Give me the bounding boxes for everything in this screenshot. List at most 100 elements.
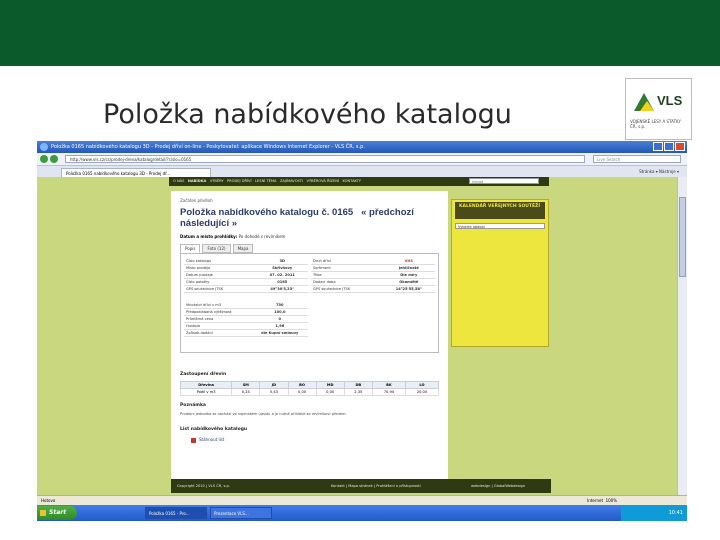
viewing-value: Po dohodě s revírníkem (238, 234, 286, 239)
table-row: Místo prodeje Skřivňovy (184, 264, 308, 272)
tree-accent-icon (640, 101, 654, 111)
cell-value: 0165 (256, 278, 308, 286)
table-cell: 2,35 (343, 388, 373, 396)
cell-value: 49°30'5,23" (256, 285, 308, 293)
table-cell: 0,00 (287, 388, 317, 396)
list-title: List nabídkového katalogu (180, 427, 248, 432)
column-header: LO (404, 381, 440, 389)
table-row: Číslo položky 0165 (184, 278, 308, 286)
cell-value: Jehličnaté (382, 264, 435, 272)
logo-subtitle: VOJENSKÉ LESY A STATKY ČR, s.p. (630, 119, 681, 129)
cell-label: GPS souřadnice JTSK (184, 285, 257, 293)
minimize-button[interactable] (653, 142, 663, 151)
cell-value: 14°25'55,58" (382, 285, 435, 293)
tab-popis[interactable]: Popis (180, 244, 201, 253)
copyright: Copyright 2010 | VLS ČR, s.p. (177, 484, 230, 488)
table-header-row: Dřevina SM JD BO MD DB BK LO (179, 381, 440, 389)
logo-text: VLS (657, 93, 683, 108)
start-label: Start (49, 509, 67, 516)
start-button[interactable]: Start (37, 506, 77, 520)
table-cell: 70,94 (371, 388, 406, 396)
tab-foto[interactable]: Foto (12) (202, 244, 231, 253)
nav-item[interactable]: O NÁS (173, 179, 184, 183)
table-cell: 0,24 (231, 388, 261, 396)
cell-label: Dodací doba (311, 278, 383, 286)
site-search-input[interactable]: hledat (469, 178, 539, 184)
site-footer: Copyright 2010 | VLS ČR, s.p. Kontakt | … (171, 479, 551, 493)
nav-item[interactable]: LESNÍ TÉMA (255, 179, 276, 183)
nav-item[interactable]: VÝBĚRY (210, 179, 224, 183)
table-cell: 0,00 (315, 388, 345, 396)
url-input[interactable]: http://www.vls.cz/cs/prodej-dreva/katalo… (65, 155, 585, 163)
column-header: BK (371, 381, 406, 389)
windows-flag-icon (40, 510, 46, 516)
nav-item[interactable]: ZAJÍMAVOSTI (280, 179, 303, 183)
cell-value: dle Kupní smlouvy (251, 329, 308, 337)
vls-logo: VLS VOJENSKÉ LESY A STATKY ČR, s.p. (625, 78, 692, 140)
table-row: Třída Dle míry (311, 271, 435, 279)
table-row: Předpokládaná výtěžnost 100,0 (184, 308, 308, 316)
taskbar-item[interactable]: Prezentace VLS... (210, 507, 272, 519)
species-title: Zastoupení dřevin (180, 372, 227, 377)
details-left-table: Číslo katalogu 3D Místo prodeje Skřivňovy … (184, 258, 308, 293)
vertical-scrollbar[interactable] (677, 177, 687, 495)
next-link[interactable]: následující » (180, 218, 237, 229)
breadcrumb[interactable]: Začátek předloh (180, 198, 213, 203)
column-header: MD (315, 381, 345, 389)
close-button[interactable] (675, 142, 685, 151)
cell-value: 100,0 (251, 308, 308, 316)
details-right-table: Druh dříví VHS Sortiment Jehličnaté Třída D… (311, 258, 435, 293)
slide-header-band (0, 0, 720, 66)
taskbar-item[interactable]: Položka 0165 - Pro... (145, 507, 207, 519)
period-select[interactable]: Vyberte období (455, 223, 545, 229)
column-header: SM (231, 381, 261, 389)
footer-credit[interactable]: webdesign | GlobalWebdesign (471, 479, 525, 493)
system-tray: 10:41 (621, 505, 687, 521)
detail-tabs: Popis Foto (12) Mapa (180, 244, 254, 253)
tools-menu[interactable]: Stránka ▾ Nástroje ▾ (639, 169, 679, 174)
forward-icon[interactable] (50, 155, 58, 163)
nav-item[interactable]: PRODEJ DŘÍVÍ (227, 179, 252, 183)
back-icon[interactable] (40, 155, 48, 163)
detail-panel: Číslo katalogu 3D Místo prodeje Skřivňovy … (180, 253, 439, 353)
viewing-label: Datum a místo prohlídky: (180, 234, 238, 239)
table-cell: 20,00 (404, 388, 440, 396)
calendar-title[interactable]: KALENDÁŘ VEŘEJNÝCH SOUTĚŽÍ (455, 202, 545, 219)
table-row: Sortiment Jehličnaté (311, 264, 435, 272)
cell-label: Hustota (184, 322, 252, 330)
slide-title: Položka nabídkového katalogu (103, 99, 512, 130)
column-header: Dřevina (179, 381, 233, 389)
nav-item[interactable]: NABÍDKA (188, 179, 206, 183)
scroll-thumb[interactable] (679, 197, 686, 277)
zone-label: Internet (587, 498, 604, 503)
page-content: O NÁS NABÍDKA VÝBĚRY PRODEJ DŘÍVÍ LESNÍ … (37, 177, 677, 495)
table-row: Způsob dodání dle Kupní smlouvy (184, 329, 308, 337)
table-row: GPS souřadnice JTSK 14°25'55,58" (311, 285, 435, 293)
column-header: JD (259, 381, 289, 389)
cell-label: Datum prodeje (184, 271, 257, 279)
sidebar-calendar: KALENDÁŘ VEŘEJNÝCH SOUTĚŽÍ Vyberte obdob… (451, 199, 549, 347)
nav-item[interactable]: KONTAKTY (342, 179, 361, 183)
viewing-info: Datum a místo prohlídky: Po dohodě s rev… (180, 234, 285, 239)
ie-icon (40, 143, 48, 151)
address-bar: http://www.vls.cz/cs/prodej-dreva/katalo… (37, 153, 687, 166)
footer-links[interactable]: Kontakt | Mapa stránek | Prohlášení o př… (331, 479, 421, 493)
taskbar: Start Položka 0165 - Pro... Prezentace V… (37, 505, 687, 521)
table-row: Dodací doba Okamžitě (311, 278, 435, 286)
main-panel: Začátek předloh Položka nabídkového kata… (171, 191, 448, 479)
maximize-button[interactable] (664, 142, 674, 151)
cell-label: Číslo položky (184, 278, 257, 286)
prev-link[interactable]: « předchozí (361, 207, 414, 218)
nav-item[interactable]: VÝBĚROVÁ ŘÍZENÍ (307, 179, 340, 183)
browser-search-input[interactable]: Live Search (593, 155, 681, 163)
download-link[interactable]: Stáhnout list (191, 437, 224, 443)
cell-value: Skřivňovy (256, 264, 308, 272)
cell-value: 0 (251, 315, 308, 323)
status-text: Hotovo (41, 498, 56, 503)
cell-value: 07. 02. 2011 (256, 271, 308, 279)
browser-screenshot: Položka 0165 nabídkového katalogu 3D - P… (37, 141, 687, 521)
status-bar: Hotovo Internet 100% (37, 495, 687, 505)
download-label: Stáhnout list (199, 437, 225, 442)
tab-mapa[interactable]: Mapa (232, 244, 254, 253)
cell-label: Třída (311, 271, 383, 279)
